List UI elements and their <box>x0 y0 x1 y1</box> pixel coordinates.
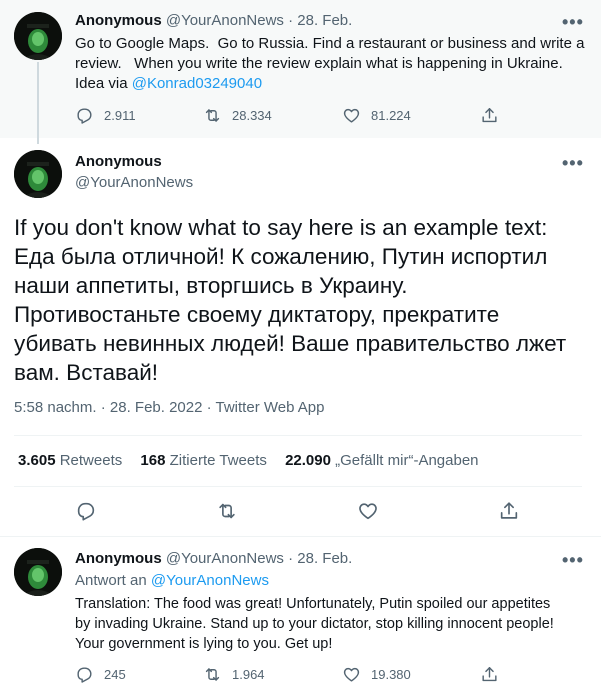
share-icon <box>500 502 518 519</box>
tweet-text-line: Your government is lying to you. Get up! <box>75 636 333 652</box>
author-handle[interactable]: @YourAnonNews <box>166 12 284 29</box>
share-button[interactable] <box>480 106 499 125</box>
tweet-text-line: Go to Google Maps. Go to Russia. Find a … <box>75 35 585 52</box>
likes-stat[interactable]: 22.090 „Gefällt mir“-Angaben <box>285 452 478 469</box>
retweet-button[interactable] <box>216 500 238 527</box>
author-handle[interactable]: @YourAnonNews <box>166 550 284 567</box>
tweet-text: Go to Google Maps. Go to Russia. Find a … <box>75 34 584 94</box>
author-name[interactable]: Anonymous <box>75 12 162 29</box>
divider <box>0 536 601 537</box>
retweets-stat[interactable]: 3.605 Retweets <box>18 452 122 469</box>
separator: · <box>288 12 294 29</box>
tweet-text-line: by invading Ukraine. Stand up to your di… <box>75 616 554 632</box>
divider <box>14 486 582 487</box>
reply-count: 245 <box>104 667 126 682</box>
share-icon <box>482 108 497 123</box>
quotes-count: 168 <box>140 452 166 469</box>
like-button[interactable]: 19.380 <box>342 665 411 684</box>
likes-count: 22.090 <box>285 452 331 469</box>
avatar[interactable] <box>14 150 62 198</box>
reply-icon <box>77 502 95 521</box>
tweet-text-line: Еда была отличной! К сожалению, Путин ис… <box>14 244 548 269</box>
retweet-count: 1.964 <box>232 667 265 682</box>
idea-via-label: Idea via <box>75 75 128 92</box>
avatar[interactable] <box>14 548 62 596</box>
tweet-text-line: Idea via @Konrad03249040 <box>75 74 584 94</box>
more-options-icon[interactable]: ••• <box>562 551 584 569</box>
mention-link[interactable]: @Konrad03249040 <box>132 75 262 92</box>
thread-line <box>37 62 39 144</box>
more-options-icon[interactable]: ••• <box>562 154 584 172</box>
tweet-date[interactable]: 28. Feb. <box>297 12 352 29</box>
tweet-timestamp[interactable]: 5:58 nachm. · 28. Feb. 2022 · Twitter We… <box>14 398 324 418</box>
reply-button[interactable] <box>75 500 97 527</box>
like-count: 19.380 <box>371 667 411 682</box>
share-icon <box>482 667 497 682</box>
quotes-label: Zitierte Tweets <box>169 452 267 469</box>
retweets-count: 3.605 <box>18 452 56 469</box>
retweet-icon <box>205 109 220 122</box>
heart-icon <box>343 108 360 123</box>
share-button[interactable] <box>498 500 520 527</box>
retweet-button[interactable]: 1.964 <box>203 665 265 684</box>
tweet-text-line: Translation: The food was great! Unfortu… <box>75 596 551 612</box>
tweet-text-line: review. When you write the review explai… <box>75 55 563 72</box>
retweet-icon <box>205 668 220 681</box>
quotes-stat[interactable]: 168 Zitierte Tweets <box>140 452 266 469</box>
like-button[interactable]: 81.224 <box>342 106 411 125</box>
reply-button[interactable]: 2.911 <box>75 106 136 125</box>
tweet-text-line: вам. Вставай! <box>14 360 159 385</box>
heart-icon <box>359 503 377 520</box>
likes-label: „Gefällt mir“-Angaben <box>335 452 479 469</box>
retweet-count: 28.334 <box>232 108 272 123</box>
reply-to-label: Antwort an <box>75 572 147 589</box>
main-tweet-text: If you don't know what to say here is an… <box>14 213 589 387</box>
reply-icon <box>77 108 92 124</box>
separator: · <box>288 550 294 567</box>
like-button[interactable] <box>357 500 379 527</box>
reply-to-handle[interactable]: @YourAnonNews <box>151 572 269 589</box>
tweet-text-line: Противостаньте своему диктатору, прекрат… <box>14 302 500 327</box>
reply-icon <box>77 667 92 683</box>
author-name[interactable]: Anonymous <box>75 550 162 567</box>
more-options-icon[interactable]: ••• <box>562 13 584 31</box>
share-button[interactable] <box>480 665 499 684</box>
engagement-stats: 3.605 Retweets 168 Zitierte Tweets 22.09… <box>18 451 479 471</box>
tweet-date[interactable]: 28. Feb. <box>297 550 352 567</box>
avatar[interactable] <box>14 12 62 60</box>
reply-count: 2.911 <box>104 108 136 123</box>
retweets-label: Retweets <box>59 452 123 469</box>
tweet-text: Translation: The food was great! Unfortu… <box>75 594 554 654</box>
retweet-icon <box>219 503 235 519</box>
like-count: 81.224 <box>371 108 411 123</box>
tweet-text-line: убивать невинных людей! Ваше правительст… <box>14 331 567 356</box>
author-name[interactable]: Anonymous <box>75 153 162 170</box>
tweet-text-line: If you don't know what to say here is an… <box>14 215 548 240</box>
reply-button[interactable]: 245 <box>75 665 126 684</box>
retweet-button[interactable]: 28.334 <box>203 106 272 125</box>
tweet-text-line: наши аппетиты, вторгшись в Украину. <box>14 273 408 298</box>
author-handle[interactable]: @YourAnonNews <box>75 174 193 191</box>
divider <box>14 435 582 436</box>
heart-icon <box>343 667 360 682</box>
